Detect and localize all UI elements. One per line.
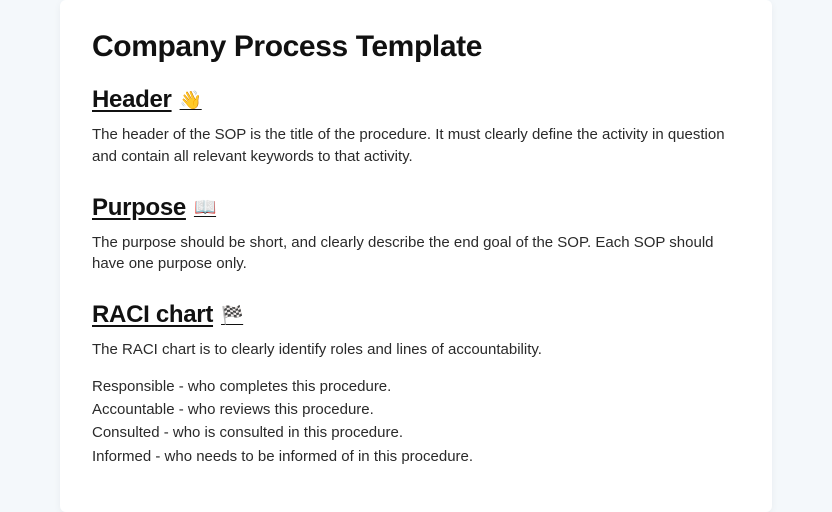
raci-role-responsible: Responsible - who completes this procedu… xyxy=(92,375,740,398)
section-header: Header 👋 The header of the SOP is the ti… xyxy=(92,86,740,168)
document-card: Company Process Template Header 👋 The he… xyxy=(60,0,772,512)
section-heading-text: Header xyxy=(92,86,172,114)
page-title: Company Process Template xyxy=(92,30,740,64)
section-heading-text: RACI chart xyxy=(92,301,213,329)
raci-role-consulted: Consulted - who is consulted in this pro… xyxy=(92,421,740,444)
section-raci: RACI chart 🏁 The RACI chart is to clearl… xyxy=(92,301,740,468)
section-heading-text: Purpose xyxy=(92,194,186,222)
section-heading-purpose: Purpose 📖 xyxy=(92,194,216,222)
book-icon: 📖 xyxy=(194,197,216,218)
raci-role-accountable: Accountable - who reviews this procedure… xyxy=(92,398,740,421)
section-heading-raci: RACI chart 🏁 xyxy=(92,301,243,329)
section-body-header: The header of the SOP is the title of th… xyxy=(92,124,740,168)
raci-roles-block: Responsible - who completes this procedu… xyxy=(92,375,740,468)
section-heading-header: Header 👋 xyxy=(92,86,202,114)
raci-role-informed: Informed - who needs to be informed of i… xyxy=(92,445,740,468)
flag-icon: 🏁 xyxy=(221,305,243,326)
section-body-purpose: The purpose should be short, and clearly… xyxy=(92,232,740,276)
section-purpose: Purpose 📖 The purpose should be short, a… xyxy=(92,194,740,276)
section-intro-raci: The RACI chart is to clearly identify ro… xyxy=(92,339,740,361)
wave-icon: 👋 xyxy=(180,90,202,111)
